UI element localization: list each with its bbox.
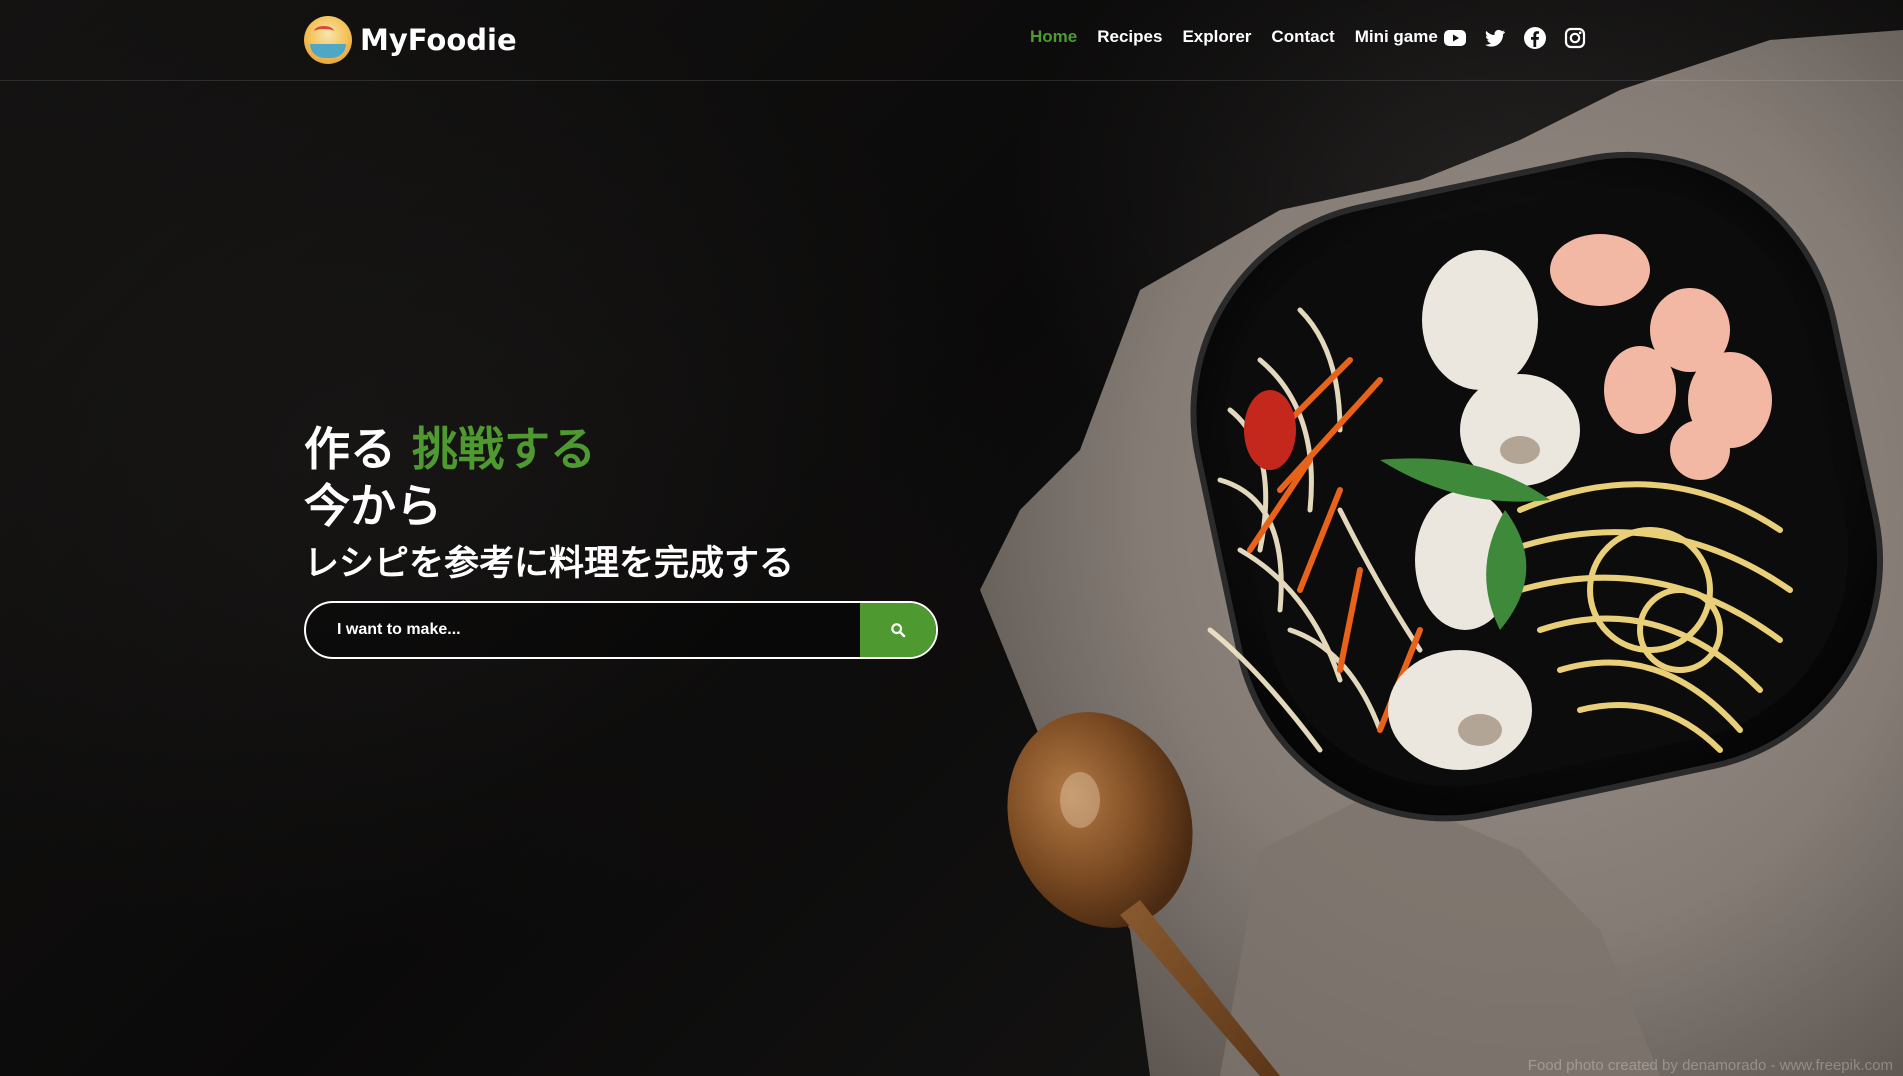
photo-credit: Food photo created by denamorado - www.f… [1527, 1057, 1893, 1074]
brand-name: MyFoodie [360, 23, 517, 57]
twitter-icon[interactable] [1483, 26, 1507, 50]
page: MyFoodie Home Recipes Explorer Contact M… [0, 0, 1903, 1076]
nav-item-recipes[interactable]: Recipes [1097, 27, 1162, 47]
youtube-icon[interactable] [1443, 26, 1467, 50]
main-nav: Home Recipes Explorer Contact Mini game [1030, 27, 1438, 47]
recipe-search-input[interactable] [306, 603, 860, 657]
brand-link[interactable]: MyFoodie [304, 15, 517, 65]
hero-food-image [980, 30, 1903, 1076]
hero-tagline: レシピを参考に料理を完成する [304, 544, 795, 584]
nav-item-contact[interactable]: Contact [1271, 27, 1334, 47]
search-button[interactable] [860, 603, 936, 657]
search-icon [891, 623, 906, 638]
facebook-icon[interactable] [1523, 26, 1547, 50]
hero-headline: 作る 挑戦する [304, 420, 794, 478]
bowl-logo-icon [304, 16, 352, 64]
hero-subheadline: 今から [304, 479, 442, 533]
hero-headline-accent: 挑戦する [412, 422, 597, 476]
social-links [1443, 26, 1587, 50]
nav-item-mini-game[interactable]: Mini game [1355, 27, 1438, 47]
nav-item-home[interactable]: Home [1030, 27, 1077, 47]
site-header: MyFoodie Home Recipes Explorer Contact M… [0, 0, 1903, 81]
instagram-icon[interactable] [1563, 26, 1587, 50]
hero-headline-plain: 作る [304, 422, 396, 476]
hero-text: 作る 挑戦する 今から レシピを参考に料理を完成する [304, 420, 794, 592]
recipe-search-form [304, 601, 938, 659]
nav-item-explorer[interactable]: Explorer [1182, 27, 1251, 47]
